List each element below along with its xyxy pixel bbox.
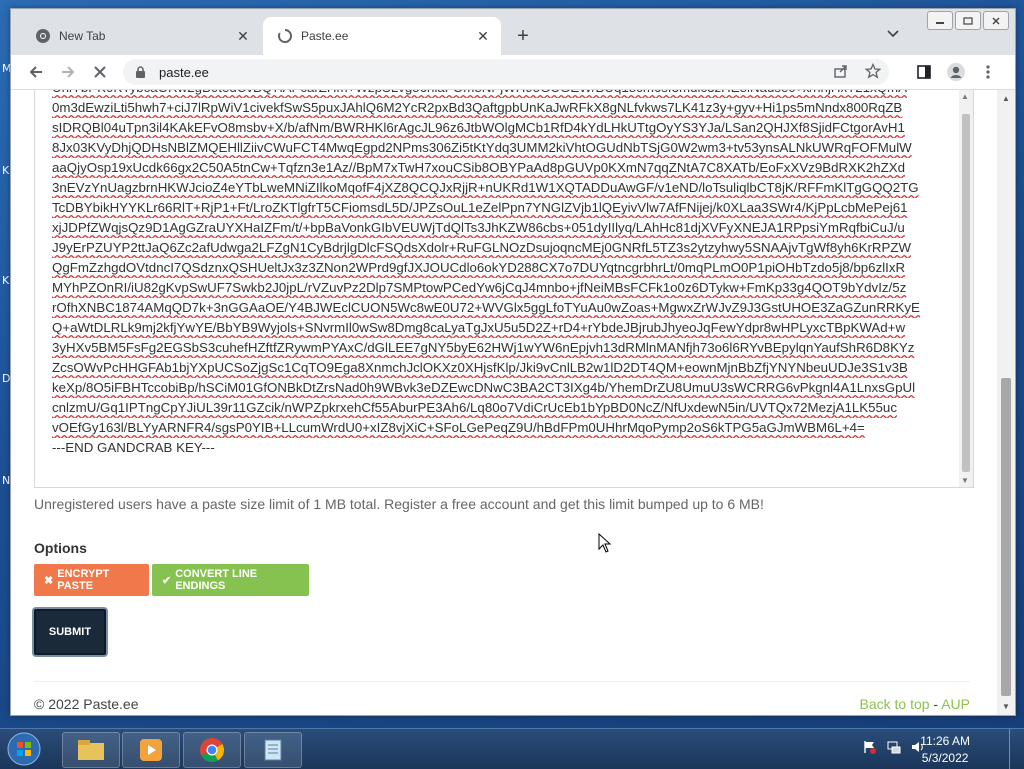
convert-line-endings-label: CONVERT LINE ENDINGS xyxy=(175,568,258,592)
paste-line: keXp/8O5iFBHTccobiBp/hSCiM01GfONBkDtZrsN… xyxy=(52,380,916,395)
paste-line: Q+aWtDLRLk9mj2kfjYwYE/BbYB9Wyjols+SNvrmI… xyxy=(52,320,906,335)
textarea-scrollbar[interactable]: ▲ ▼ xyxy=(959,90,973,487)
footer-separator: - xyxy=(929,696,942,712)
chrome-taskbar-icon[interactable] xyxy=(183,732,241,768)
bookmark-star-icon[interactable] xyxy=(864,62,882,84)
check-icon: ✔ xyxy=(162,574,172,587)
tab-title: Paste.ee xyxy=(301,29,349,43)
clock-date: 5/3/2022 xyxy=(921,751,969,765)
notepad-taskbar-icon[interactable] xyxy=(244,732,302,768)
mouse-cursor-icon xyxy=(598,533,612,553)
encrypt-paste-label: ENCRYPT PASTE xyxy=(57,568,110,592)
menu-kebab-icon[interactable] xyxy=(977,61,999,83)
size-limit-notice: Unregistered users have a paste size lim… xyxy=(34,496,764,512)
paste-line: TcDBYbikHYYKLr66RlT+RjP1+Ft/LroZKTlgfrT5… xyxy=(52,200,908,215)
lock-icon[interactable] xyxy=(133,65,147,79)
tab-paste-ee[interactable]: Paste.ee ✕ xyxy=(263,17,501,55)
footer-links: Back to top - AUP xyxy=(859,696,970,712)
browser-toolbar: paste.ee xyxy=(11,55,1015,90)
tab-title: New Tab xyxy=(59,29,106,43)
paste-line: 3nEVzYnUagzbrnHKWJcioZ4eYTbLweMNiZIlkoMq… xyxy=(52,180,919,195)
options-heading: Options xyxy=(34,540,87,556)
desktop-icon-fragment: N xyxy=(2,474,11,487)
paste-line: 3yHXv5BM5FsFg2EGSbS3cuhefHZftfZRywmPYAxC… xyxy=(52,340,915,355)
paste-line: xjJDPfZWqjsQz9D1AgGZraUYXHaIZFm/t/+bpBaV… xyxy=(52,220,905,235)
close-window-button[interactable] xyxy=(983,11,1009,30)
minimize-button[interactable] xyxy=(927,11,953,30)
paste-line: ---END GANDCRAB KEY--- xyxy=(52,440,215,455)
page-scroll-thumb[interactable] xyxy=(1001,378,1011,696)
loading-spinner-icon xyxy=(277,28,293,44)
scroll-up-arrow-icon[interactable]: ▲ xyxy=(1002,94,1010,103)
forward-arrow-icon[interactable] xyxy=(57,61,79,83)
system-tray xyxy=(862,729,926,769)
scroll-down-arrow-icon[interactable]: ▼ xyxy=(961,476,969,485)
clock-time: 11:26 AM xyxy=(920,734,970,748)
tab-new-tab[interactable]: New Tab ✕ xyxy=(21,17,261,55)
footer-divider xyxy=(34,681,970,682)
network-icon[interactable] xyxy=(886,739,902,760)
tab-search-icon[interactable] xyxy=(887,27,899,41)
paste-line: sIDRQBl04uTpn3il4KAkEFvO8msbv+X/b/afNm/B… xyxy=(52,120,905,135)
paste-line: ZcsOWvPcHHGFAb1bjYXpUCSoZjgSc1CqTO9Ega8X… xyxy=(52,360,908,375)
scroll-up-arrow-icon[interactable]: ▲ xyxy=(961,92,969,101)
taskbar: 11:26 AM 5/3/2022 xyxy=(0,728,1024,769)
start-button[interactable] xyxy=(4,731,44,767)
paste-line: J9yErPZUYP2ttJaQ6Zc2afUdwga2LFZgN1CyBdrj… xyxy=(52,240,912,255)
url-text: paste.ee xyxy=(159,64,209,80)
back-arrow-icon[interactable] xyxy=(25,61,47,83)
maximize-button[interactable] xyxy=(955,11,981,30)
file-explorer-taskbar-icon[interactable] xyxy=(62,732,120,768)
submit-button[interactable]: SUBMIT xyxy=(34,609,106,655)
encrypt-paste-button[interactable]: ✖ ENCRYPT PASTE xyxy=(34,564,149,596)
browser-window: New Tab ✕ Paste.ee ✕ + paste.ee 0m3dEwzi… xyxy=(10,8,1016,716)
cross-icon: ✖ xyxy=(44,574,54,587)
chrome-icon xyxy=(35,28,51,44)
paste-line: 0m3dEwziLti5hwh7+ciJ7lRpWiV1civekfSwS5pu… xyxy=(52,100,903,115)
paste-line: aaQjyOsp19xUcdk66gx2C50A5tnCw+Tqfzn3e1Az… xyxy=(52,160,906,175)
page-content: UhlYbPK0KTybcaORw2gB0tedCvBQ7iAPcarZHm+W… xyxy=(11,90,997,715)
show-desktop-button[interactable] xyxy=(1009,729,1024,769)
paste-line: vOEfGy163l/BLYyARNFR4/sgsP0YIB+LLcumWrdU… xyxy=(52,420,865,435)
paste-line: UhlYbPK0KTybcaORw2gB0tedCvBQ7iAPcarZHm+W… xyxy=(52,90,932,98)
address-bar[interactable]: paste.ee xyxy=(123,59,889,85)
side-panel-icon[interactable] xyxy=(913,61,935,83)
paste-line: cnlzmU/Gq1IPTngCpYJiUL39r11GZcik/nWPZpkr… xyxy=(52,400,897,415)
desktop-icon-fragment: K xyxy=(2,274,10,287)
paste-line: 8Jx03KVyDhjQDHsNBlZMQEHllZiivCWuFCT4MwqE… xyxy=(52,140,912,155)
paste-line: MYhPZOnRI/iU82gKvpSwUF7Swkb2J0jpL/rVZuvP… xyxy=(52,280,907,295)
tab-bar: New Tab ✕ Paste.ee ✕ + xyxy=(11,9,1015,55)
new-tab-button[interactable]: + xyxy=(511,24,535,48)
close-tab-icon[interactable]: ✕ xyxy=(473,26,493,46)
media-player-taskbar-icon[interactable] xyxy=(122,732,180,768)
paste-content: UhlYbPK0KTybcaORw2gB0tedCvBQ7iAPcarZHm+W… xyxy=(52,90,932,458)
scroll-down-arrow-icon[interactable]: ▼ xyxy=(1002,702,1010,711)
close-tab-icon[interactable]: ✕ xyxy=(233,26,253,46)
action-center-flag-icon[interactable] xyxy=(862,739,878,760)
taskbar-clock[interactable]: 11:26 AM 5/3/2022 xyxy=(920,733,970,767)
page-scrollbar[interactable]: ▲ ▼ xyxy=(997,90,1015,715)
paste-textarea[interactable]: UhlYbPK0KTybcaORw2gB0tedCvBQ7iAPcarZHm+W… xyxy=(34,90,974,488)
paste-line: QgFmZzhgdOVtdncI7QSdznxQSHUeltJx3z3ZNon2… xyxy=(52,260,906,275)
share-icon[interactable] xyxy=(833,63,849,84)
convert-line-endings-button[interactable]: ✔ CONVERT LINE ENDINGS xyxy=(152,564,309,596)
back-to-top-link[interactable]: Back to top xyxy=(859,696,929,712)
paste-line: rOfhXNBC1874AMqQD7k+3nGGAaOE/Y4BJWEclCUO… xyxy=(52,300,920,315)
footer-copyright: © 2022 Paste.ee xyxy=(34,696,139,712)
desktop-icon-fragment: K xyxy=(2,164,10,177)
aup-link[interactable]: AUP xyxy=(941,696,970,712)
stop-loading-icon[interactable] xyxy=(89,61,111,83)
textarea-scroll-thumb[interactable] xyxy=(962,114,970,472)
window-controls xyxy=(927,11,1009,30)
profile-avatar-icon[interactable] xyxy=(945,61,967,83)
